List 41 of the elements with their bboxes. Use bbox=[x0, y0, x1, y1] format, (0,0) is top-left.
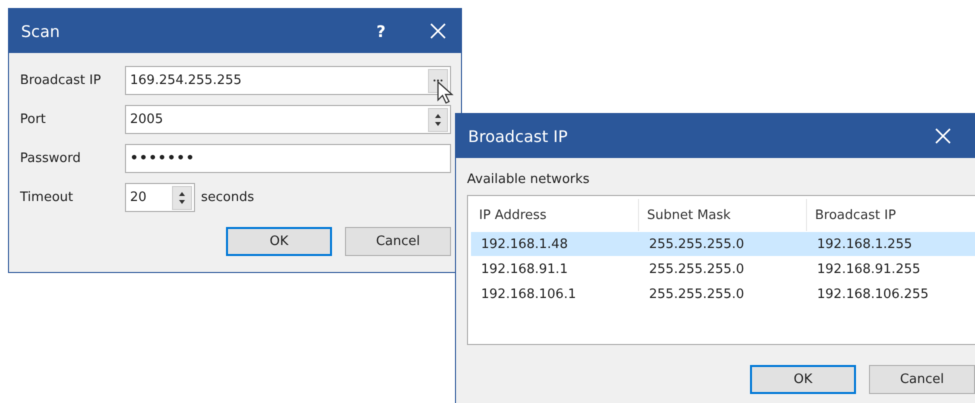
column-header[interactable]: Subnet Mask bbox=[639, 199, 807, 231]
list-label: Available networks bbox=[467, 172, 591, 187]
spin-arrows-icon bbox=[434, 112, 442, 128]
ok-button[interactable]: OK bbox=[750, 365, 856, 394]
column-header[interactable]: IP Address bbox=[471, 199, 639, 231]
field-label: Port bbox=[20, 112, 47, 127]
network-list[interactable]: IP Address Subnet Mask Broadcast IP 192.168.1.48 255.255.255.0 192.168.1.255 192.168.91.1 255.255.255.0 192.168.91.255 192.168.106.1 255.255.255.0 192.168.106.255 bbox=[467, 195, 975, 345]
spin-button[interactable] bbox=[172, 186, 192, 210]
table-cell-text: 255.255.255.0 bbox=[648, 262, 746, 276]
column-header[interactable]: Broadcast IP bbox=[807, 199, 975, 231]
field-label: Password bbox=[20, 151, 82, 166]
network-row[interactable]: 192.168.106.1 255.255.255.0 192.168.106.255 bbox=[471, 282, 975, 306]
cancel-button[interactable]: Cancel bbox=[345, 227, 451, 256]
ok-button[interactable]: OK bbox=[226, 227, 332, 256]
spin-arrows-icon bbox=[178, 190, 186, 206]
table-cell-text: 192.168.106.1 bbox=[480, 286, 578, 302]
field-label: Broadcast IP bbox=[20, 73, 102, 88]
broadcast-ip-field[interactable]: 169.254.255.255 bbox=[125, 66, 451, 95]
table-cell-text: 192.168.1.255 bbox=[816, 236, 914, 252]
close-icon bbox=[935, 128, 951, 144]
ellipsis-icon bbox=[433, 79, 443, 82]
window-title: Broadcast IP bbox=[468, 126, 569, 146]
unit-label: seconds bbox=[201, 190, 254, 205]
password-field[interactable]: ••••••• bbox=[125, 144, 451, 173]
table-cell-text: 255.255.255.0 bbox=[648, 286, 746, 302]
table-cell-text: 192.168.91.255 bbox=[816, 262, 922, 276]
table-cell-text: 192.168.91.1 bbox=[480, 262, 569, 276]
close-icon bbox=[430, 23, 446, 39]
table-cell-text: 192.168.106.255 bbox=[816, 286, 930, 302]
help-button[interactable]: ? bbox=[361, 9, 401, 53]
spin-button[interactable] bbox=[428, 108, 448, 132]
port-field[interactable]: 2005 bbox=[125, 105, 451, 134]
field-label: Timeout bbox=[20, 190, 74, 205]
table-cell-text: 255.255.255.0 bbox=[648, 236, 746, 252]
timeout-field[interactable]: 20 bbox=[125, 183, 195, 212]
mouse-pointer-icon bbox=[436, 80, 456, 106]
window-title: Scan bbox=[21, 22, 61, 40]
network-row[interactable]: 192.168.91.1 255.255.255.0 192.168.91.255 bbox=[471, 257, 975, 281]
network-row[interactable]: 192.168.1.48 255.255.255.0 192.168.1.255 bbox=[471, 232, 975, 256]
cancel-button[interactable]: Cancel bbox=[869, 365, 975, 394]
table-cell-text: 192.168.1.48 bbox=[480, 236, 569, 252]
